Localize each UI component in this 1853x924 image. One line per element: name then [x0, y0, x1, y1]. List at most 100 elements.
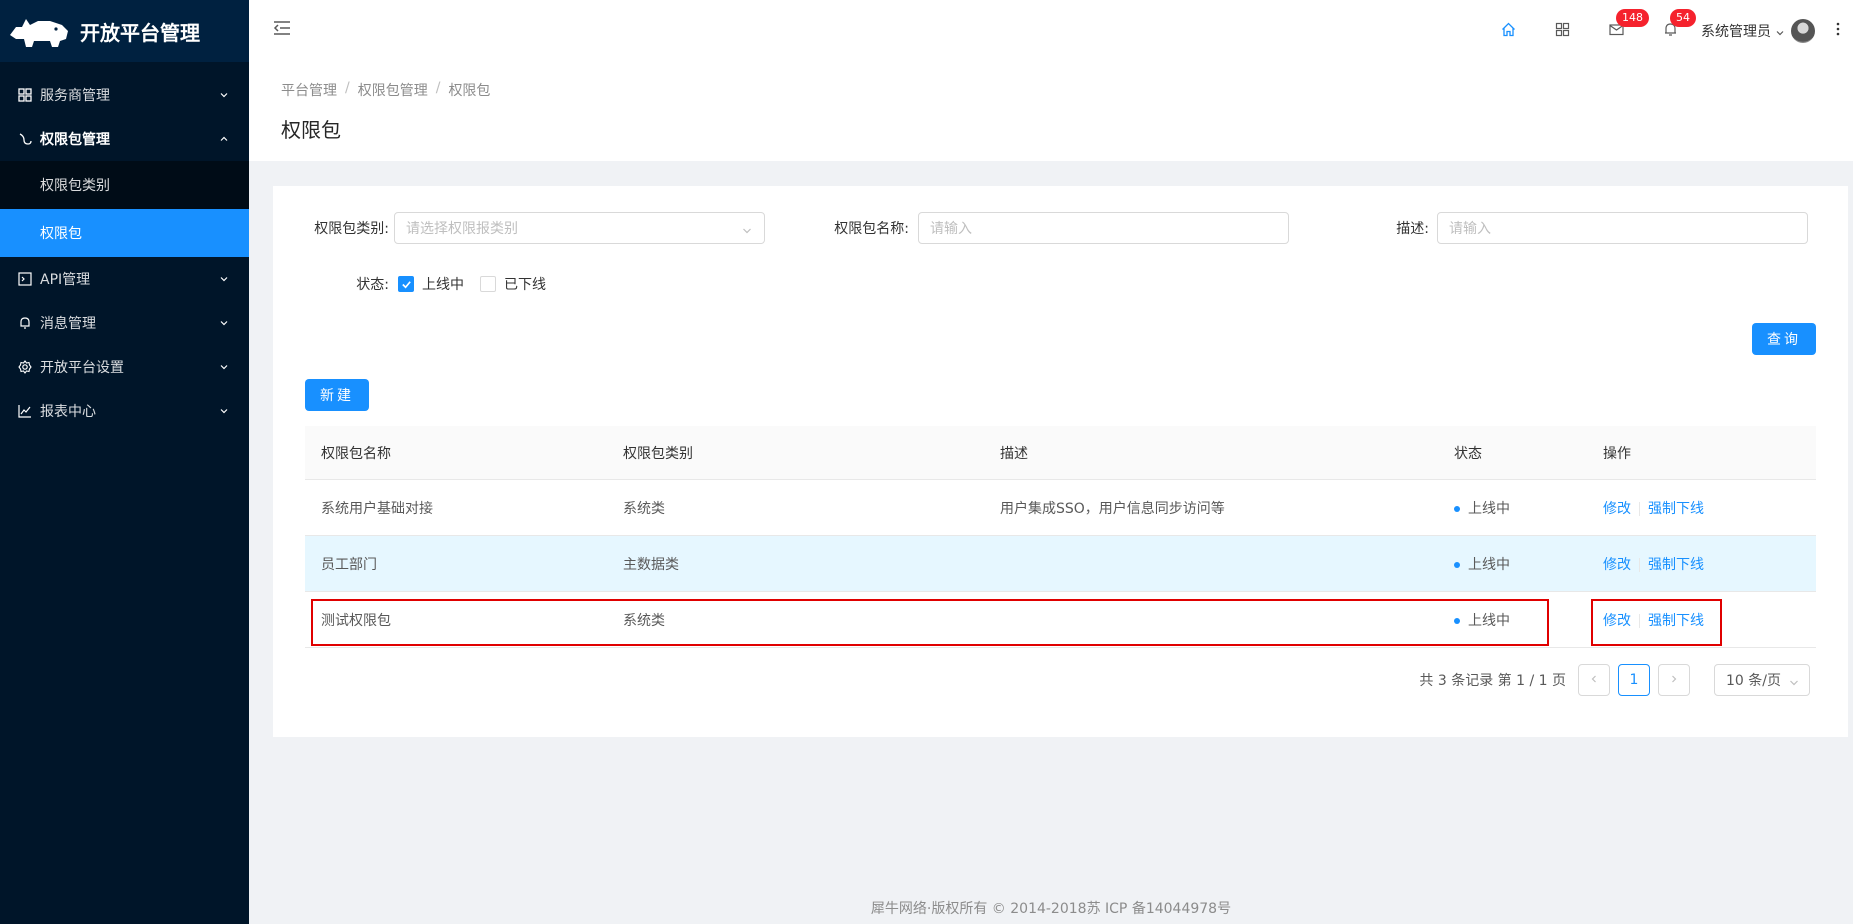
filter-status-label: 状态: [356, 277, 389, 293]
avatar [1791, 19, 1815, 43]
sidebar-item-reports[interactable]: 报表中心 [0, 389, 249, 433]
chevron-down-icon [219, 362, 229, 372]
online-checkbox[interactable] [398, 276, 414, 292]
page-title: 权限包 [281, 118, 341, 142]
breadcrumb-item-current: 权限包 [448, 83, 491, 99]
column-header-desc: 描述 [1000, 445, 1028, 462]
home-icon [1501, 22, 1516, 41]
sidebar-item-settings[interactable]: 开放平台设置 [0, 345, 249, 389]
highlight-box-row [311, 599, 1549, 646]
column-header-actions: 操作 [1603, 445, 1631, 462]
cell-category: 系统类 [623, 500, 665, 517]
create-button[interactable]: 新建 [305, 379, 369, 411]
code-icon [18, 272, 32, 286]
table-row: 员工部门 主数据类 上线中 修改 强制下线 [305, 536, 1816, 592]
query-button[interactable]: 查询 [1752, 323, 1816, 355]
sidebar-submenu: 权限包类别 权限包 [0, 161, 249, 257]
filter-name-label: 权限包名称: [834, 221, 909, 237]
desc-input[interactable]: 请输入 [1437, 212, 1808, 244]
sidebar-item-api[interactable]: API管理 [0, 257, 249, 301]
sidebar-item-providers[interactable]: 服务商管理 [0, 73, 249, 117]
cell-name: 员工部门 [321, 556, 377, 573]
mail-button[interactable]: 148 [1589, 0, 1649, 62]
sidebar-item-permission-packages[interactable]: 权限包管理 [0, 117, 249, 161]
more-button[interactable] [1823, 0, 1853, 62]
notification-button[interactable]: 54 [1643, 0, 1697, 62]
chevron-down-icon [219, 90, 229, 100]
sidebar-item-package-categories[interactable]: 权限包类别 [0, 161, 249, 209]
line-chart-icon [18, 404, 32, 418]
edit-link[interactable]: 修改 [1603, 557, 1631, 573]
prev-page-button[interactable] [1578, 664, 1610, 696]
apps-button[interactable] [1535, 0, 1589, 62]
notification-badge: 54 [1670, 9, 1696, 27]
chevron-down-icon [219, 406, 229, 416]
desc-input-placeholder: 请输入 [1449, 221, 1491, 237]
sidebar-item-label: 开放平台设置 [40, 360, 124, 376]
sidebar-item-label: 消息管理 [40, 316, 96, 332]
sidebar-item-label: 权限包 [40, 226, 82, 242]
status-dot [1454, 561, 1460, 568]
filter-name: 权限包名称: 请输入 [793, 212, 1289, 244]
cell-status: 上线中 [1438, 554, 1587, 574]
appstore-icon [18, 88, 32, 102]
filter-status: 状态: 上线中 已下线 [273, 274, 562, 294]
offline-checkbox[interactable] [480, 276, 496, 292]
sidebar-item-label: API管理 [40, 272, 91, 288]
chevron-down-icon [219, 318, 229, 328]
breadcrumb-item[interactable]: 平台管理 [281, 80, 337, 100]
user-name: 系统管理员 [1701, 24, 1771, 40]
rhino-logo-icon [10, 19, 68, 47]
action-divider [1639, 501, 1640, 516]
force-offline-link[interactable]: 强制下线 [1648, 501, 1704, 517]
force-offline-link[interactable]: 强制下线 [1648, 557, 1704, 573]
cell-category: 主数据类 [623, 556, 679, 573]
name-input-placeholder: 请输入 [930, 221, 972, 237]
chevron-down-icon [1789, 676, 1799, 686]
column-header-status: 状态 [1454, 445, 1482, 462]
sidebar-item-label: 报表中心 [40, 404, 96, 420]
breadcrumb: 平台管理 / 权限包管理 / 权限包 [281, 80, 1853, 100]
sidebar-menu: 服务商管理 权限包管理 权限包类别 权限包 API管理 消息管理 开放平台设置 … [0, 62, 249, 433]
status-text: 上线中 [1468, 556, 1510, 573]
top-header: 148 54 系统管理员 [249, 0, 1853, 62]
edit-link[interactable]: 修改 [1603, 501, 1631, 517]
pagination: 共 3 条记录 第 1 / 1 页 1 10 条/页 [1419, 664, 1810, 696]
next-page-button[interactable] [1658, 664, 1690, 696]
footer-copyright: 犀牛网络·版权所有 © 2014-2018苏 ICP 备14044978号 [870, 901, 1232, 917]
user-menu[interactable]: 系统管理员 [1697, 0, 1823, 62]
category-select-placeholder: 请选择权限报类别 [406, 221, 518, 237]
sidebar-item-messages[interactable]: 消息管理 [0, 301, 249, 345]
page-button-current[interactable]: 1 [1618, 664, 1650, 696]
page-size-select[interactable]: 10 条/页 [1714, 664, 1810, 696]
chevron-up-icon [219, 134, 229, 144]
more-vertical-icon [1836, 22, 1840, 40]
chevron-down-icon [219, 274, 229, 284]
content-card: 权限包类别: 请选择权限报类别 权限包名称: 请输入 描述: 请输入 状态: 上… [273, 186, 1848, 737]
gear-icon [18, 360, 32, 374]
chevron-down-icon [1775, 26, 1785, 36]
chevron-right-icon [1669, 672, 1679, 688]
menu-fold-icon[interactable] [273, 19, 291, 37]
app-title: 开放平台管理 [80, 20, 200, 45]
chevron-left-icon [1589, 672, 1599, 688]
breadcrumb-separator: / [435, 80, 441, 96]
status-text: 上线中 [1468, 500, 1510, 517]
link-icon [18, 132, 32, 146]
online-checkbox-label[interactable]: 上线中 [422, 274, 464, 294]
filter-desc-label: 描述: [1396, 221, 1429, 237]
action-divider [1639, 557, 1640, 572]
chevron-down-icon [742, 224, 752, 234]
offline-checkbox-label[interactable]: 已下线 [504, 274, 546, 294]
table-row: 系统用户基础对接 系统类 用户集成SSO，用户信息同步访问等 上线中 修改 强制下… [305, 480, 1816, 536]
page-header: 平台管理 / 权限包管理 / 权限包 权限包 [249, 62, 1853, 161]
pagination-total: 共 3 条记录 第 1 / 1 页 [1419, 673, 1566, 689]
name-input[interactable]: 请输入 [918, 212, 1289, 244]
sidebar-item-packages[interactable]: 权限包 [0, 209, 249, 257]
filter-desc: 描述: 请输入 [1313, 212, 1808, 244]
category-select[interactable]: 请选择权限报类别 [394, 212, 765, 244]
cell-desc: 用户集成SSO，用户信息同步访问等 [1000, 500, 1225, 517]
breadcrumb-item[interactable]: 权限包管理 [358, 80, 428, 100]
home-button[interactable] [1481, 0, 1535, 62]
logo[interactable]: 开放平台管理 [0, 0, 249, 62]
